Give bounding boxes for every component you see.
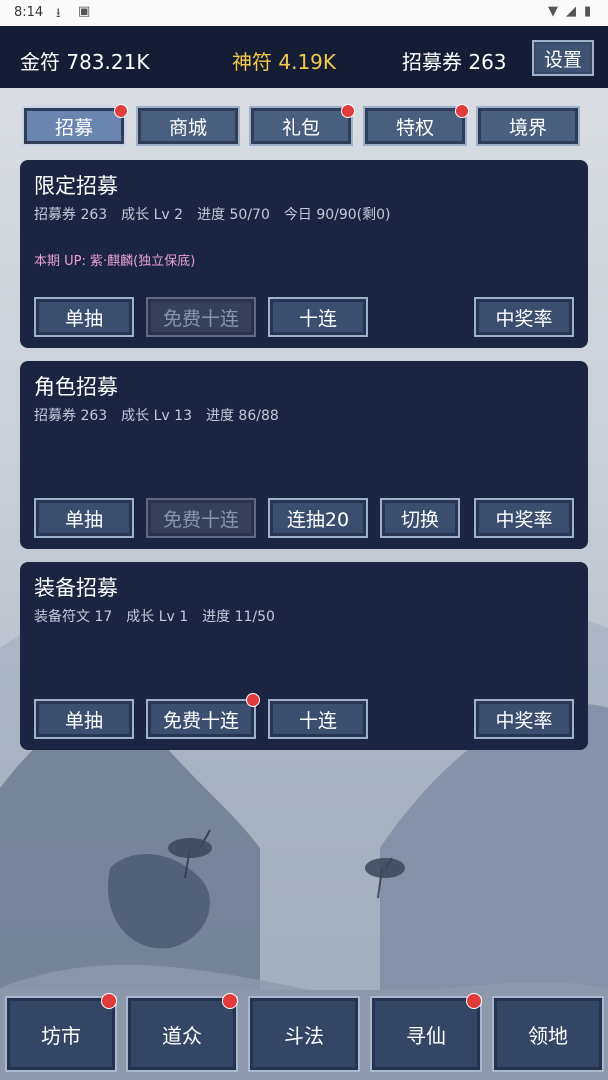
- download-icon: ⭳: [56, 6, 61, 21]
- nav-item-0[interactable]: 坊市: [5, 996, 117, 1072]
- settings-button[interactable]: 设置: [532, 40, 594, 76]
- badge-dot-icon: [114, 104, 128, 118]
- badge-dot-icon: [466, 993, 482, 1009]
- card-stat: 进度 11/50: [202, 609, 275, 625]
- card-stat: 成长 Lv 2: [121, 207, 184, 223]
- card-button-2[interactable]: 十连: [268, 699, 368, 739]
- card-title: 装备招募: [34, 576, 118, 600]
- tab-4[interactable]: 境界: [476, 106, 580, 146]
- notification-icon: ▣: [78, 4, 91, 19]
- up-banner-text: 本期 UP: 紫·麒麟(独立保底): [34, 254, 196, 269]
- battery-icon: ▮: [584, 4, 592, 19]
- card-button-4[interactable]: 中奖率: [474, 498, 574, 538]
- signal-icon: ◢: [566, 4, 576, 19]
- nav-item-2[interactable]: 斗法: [248, 996, 360, 1072]
- recruit-card-0: 限定招募招募券 263 成长 Lv 2 进度 50/70 今日 90/90(剩0) 本期…: [20, 160, 588, 348]
- card-stat: 今日 90/90(剩0): [283, 207, 391, 223]
- card-button-0[interactable]: 单抽: [34, 699, 134, 739]
- tab-2[interactable]: 礼包: [249, 106, 353, 146]
- badge-dot-icon: [246, 693, 260, 707]
- card-title: 角色招募: [34, 375, 118, 399]
- card-button-1[interactable]: 免费十连: [146, 699, 256, 739]
- ticket-currency: 招募券 263: [402, 50, 507, 74]
- card-stat: 成长 Lv 1: [126, 609, 189, 625]
- card-stat: 进度 50/70: [197, 207, 270, 223]
- card-button-1: 免费十连: [146, 297, 256, 337]
- badge-dot-icon: [101, 993, 117, 1009]
- recruit-card-2: 装备招募装备符文 17 成长 Lv 1 进度 11/50 单抽 免费十连 十连 中奖率: [20, 562, 588, 750]
- card-info: 招募券 263 成长 Lv 2 进度 50/70 今日 90/90(剩0): [34, 204, 405, 224]
- nav-item-4[interactable]: 领地: [492, 996, 604, 1072]
- card-stat: 成长 Lv 13: [121, 408, 192, 424]
- badge-dot-icon: [341, 104, 355, 118]
- card-button-0[interactable]: 单抽: [34, 498, 134, 538]
- card-stat: 招募券 263: [34, 408, 108, 424]
- gold-currency: 金符 783.21K: [20, 50, 150, 74]
- card-stat: 装备符文 17: [34, 609, 113, 625]
- card-button-1: 免费十连: [146, 498, 256, 538]
- card-stat: 招募券 263: [34, 207, 108, 223]
- card-info: 招募券 263 成长 Lv 13 进度 86/88: [34, 405, 293, 425]
- card-button-3[interactable]: 切换: [380, 498, 460, 538]
- card-title: 限定招募: [34, 174, 118, 198]
- divine-currency: 神符 4.19K: [232, 50, 337, 74]
- tab-bar: 招募 商城 礼包 特权 境界: [22, 104, 582, 146]
- card-info: 装备符文 17 成长 Lv 1 进度 11/50: [34, 606, 289, 626]
- card-stat: 进度 86/88: [205, 408, 279, 424]
- bottom-nav: 坊市 道众 斗法 寻仙 领地: [0, 990, 608, 1080]
- tab-0[interactable]: 招募: [22, 106, 126, 146]
- card-button-3[interactable]: 中奖率: [474, 297, 574, 337]
- badge-dot-icon: [455, 104, 469, 118]
- card-button-0[interactable]: 单抽: [34, 297, 134, 337]
- card-button-2[interactable]: 连抽20: [268, 498, 368, 538]
- status-time: 8:14: [14, 5, 44, 20]
- nav-item-3[interactable]: 寻仙: [370, 996, 482, 1072]
- wifi-icon: ▼: [548, 4, 558, 19]
- status-bar: 8:14 ⭳ ▣ ▼ ◢ ▮: [0, 0, 608, 26]
- tab-1[interactable]: 商城: [136, 106, 240, 146]
- nav-item-1[interactable]: 道众: [126, 996, 238, 1072]
- tab-3[interactable]: 特权: [363, 106, 467, 146]
- currency-bar: 金符 783.21K 神符 4.19K 招募券 263: [0, 26, 608, 88]
- badge-dot-icon: [222, 993, 238, 1009]
- recruit-card-1: 角色招募招募券 263 成长 Lv 13 进度 86/88 单抽 免费十连 连抽20 切换中…: [20, 361, 588, 549]
- card-button-3[interactable]: 中奖率: [474, 699, 574, 739]
- card-button-2[interactable]: 十连: [268, 297, 368, 337]
